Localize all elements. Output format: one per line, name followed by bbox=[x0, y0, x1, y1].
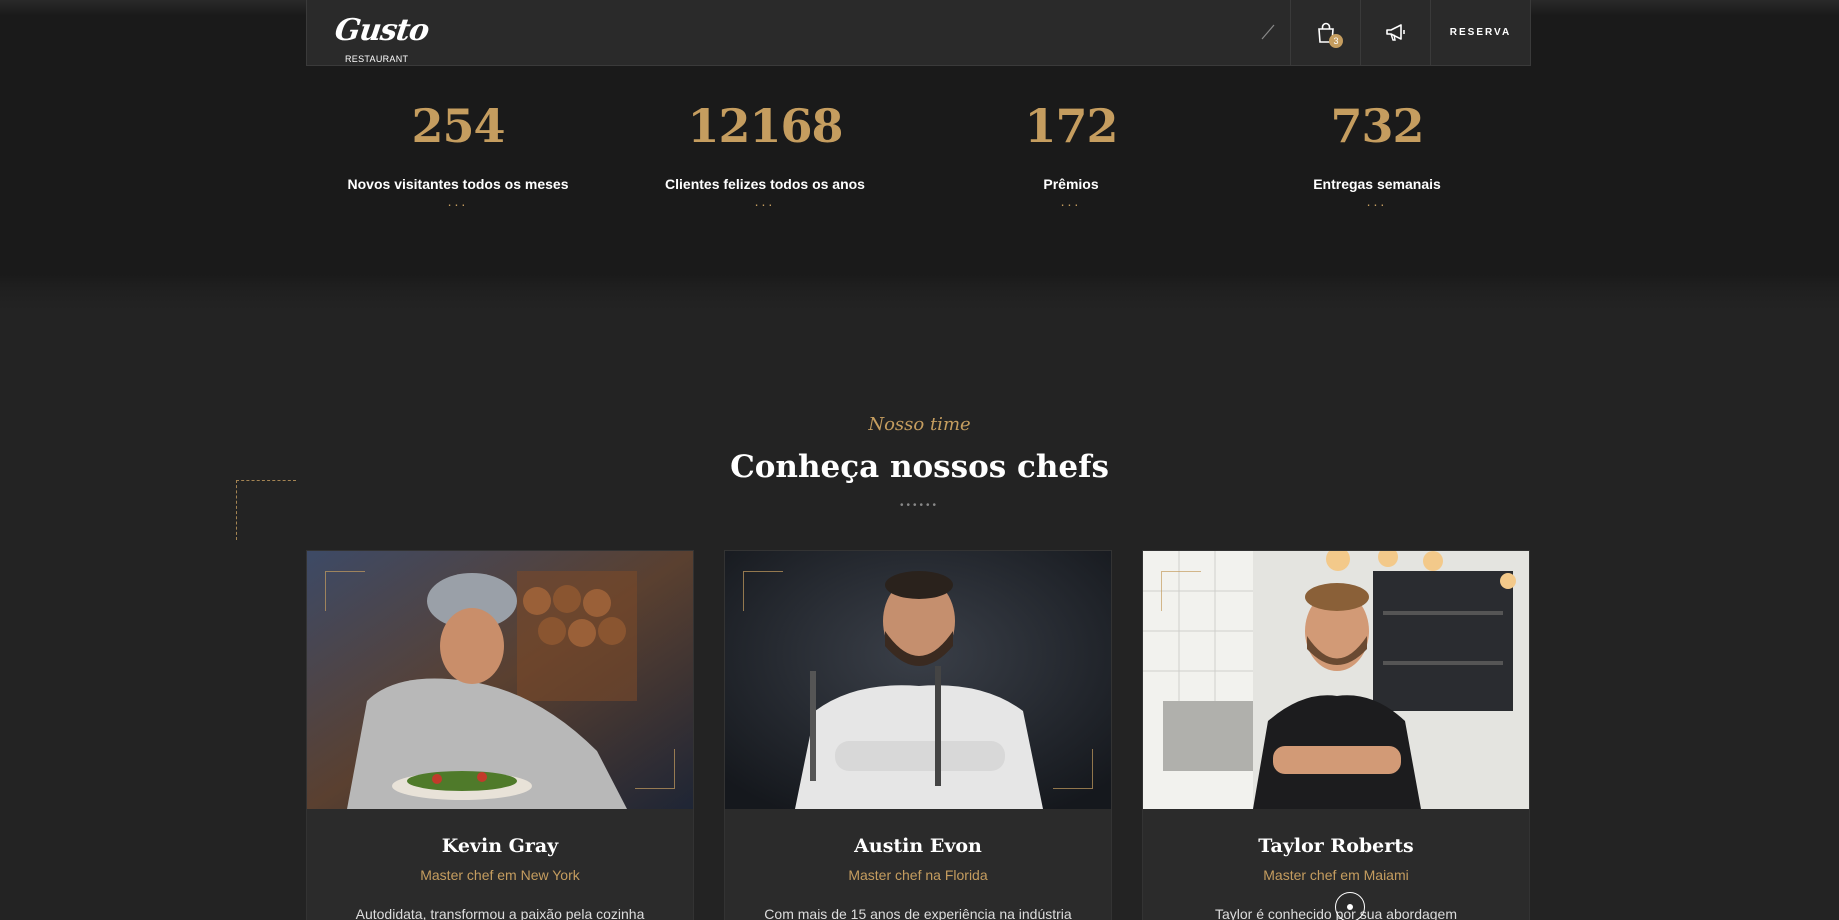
photo-frame-corner bbox=[743, 571, 783, 611]
reserva-label: RESERVA bbox=[1449, 27, 1512, 38]
chef-photo bbox=[307, 551, 693, 809]
stat-label: Prêmios bbox=[1043, 176, 1099, 192]
photo-frame-corner bbox=[1161, 571, 1201, 611]
stat-awards: 172 Prêmios ... bbox=[931, 96, 1211, 208]
corner-decoration bbox=[236, 480, 296, 540]
stat-dots: ... bbox=[754, 193, 776, 209]
chef-card-austin-evon[interactable]: Austin Evon Master chef na Florida Com m… bbox=[724, 550, 1112, 920]
chef-card-taylor-roberts[interactable]: Taylor Roberts Master chef em Maiami Tay… bbox=[1142, 550, 1530, 920]
chef-name: Austin Evon bbox=[854, 835, 982, 857]
logo[interactable]: Gusto RESTAURANT bbox=[332, 13, 445, 64]
section-subtitle: Nosso time bbox=[868, 414, 971, 435]
stat-label: Clientes felizes todos os anos bbox=[665, 176, 865, 192]
scroll-to-top-button[interactable] bbox=[1335, 892, 1365, 920]
photo-frame-corner bbox=[1053, 749, 1093, 789]
stat-number: 12168 bbox=[687, 99, 843, 153]
logo-subtitle: RESTAURANT bbox=[345, 54, 409, 64]
chef-bio: Autodidata, transformou a paixão pela co… bbox=[355, 906, 645, 920]
reserva-button[interactable]: RESERVA bbox=[1430, 0, 1530, 65]
brush-stroke-bottom bbox=[0, 274, 1839, 310]
stat-number: 732 bbox=[1330, 99, 1424, 153]
chef-role: Master chef na Florida bbox=[848, 867, 988, 883]
announcements-button[interactable] bbox=[1360, 0, 1430, 65]
photo-frame-corner bbox=[325, 571, 365, 611]
dot-icon bbox=[1347, 904, 1353, 910]
chef-name: Taylor Roberts bbox=[1258, 835, 1414, 857]
stat-label: Novos visitantes todos os meses bbox=[347, 176, 569, 192]
chef-bio: Com mais de 15 anos de experiência na in… bbox=[764, 906, 1072, 920]
stat-dots: ... bbox=[1366, 193, 1388, 209]
chef-card-kevin-gray[interactable]: Kevin Gray Master chef em New York Autod… bbox=[306, 550, 694, 920]
stat-number: 172 bbox=[1024, 99, 1118, 153]
logo-text: Gusto bbox=[332, 13, 431, 48]
chef-name: Kevin Gray bbox=[441, 835, 559, 857]
megaphone-icon bbox=[1385, 23, 1405, 41]
cart-button[interactable]: 3 bbox=[1290, 0, 1360, 65]
chef-photo bbox=[1143, 551, 1529, 809]
cart-count-badge: 3 bbox=[1329, 34, 1343, 48]
chef-role: Master chef em Maiami bbox=[1263, 867, 1409, 883]
chef-role: Master chef em New York bbox=[420, 867, 580, 883]
header-actions: 3 RESERVA bbox=[1290, 0, 1530, 65]
stat-dots: ... bbox=[1060, 193, 1082, 209]
stat-clients: 12168 Clientes felizes todos os anos ... bbox=[625, 96, 905, 208]
slash-icon bbox=[1261, 24, 1275, 40]
stat-dots: ... bbox=[447, 193, 469, 209]
stat-visitors: 254 Novos visitantes todos os meses ... bbox=[318, 96, 598, 208]
stat-deliveries: 732 Entregas semanais ... bbox=[1237, 96, 1517, 208]
stat-label: Entregas semanais bbox=[1313, 176, 1441, 192]
chef-photo bbox=[725, 551, 1111, 809]
stat-number: 254 bbox=[411, 99, 505, 153]
site-header: Gusto RESTAURANT 3 RESERVA bbox=[306, 0, 1531, 66]
photo-frame-corner bbox=[635, 749, 675, 789]
